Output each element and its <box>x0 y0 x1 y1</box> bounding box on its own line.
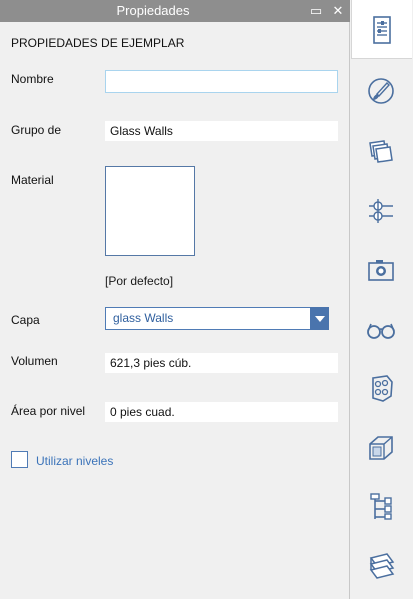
capa-select[interactable]: glass Walls <box>105 307 329 330</box>
material-swatch[interactable] <box>105 166 195 256</box>
camera-icon <box>368 260 394 281</box>
toolbar-view-button[interactable] <box>351 299 411 357</box>
nombre-input[interactable] <box>105 70 338 93</box>
grupo-label: Grupo de <box>11 123 62 137</box>
toolbar-layers-button[interactable] <box>351 121 411 179</box>
nombre-label: Nombre <box>11 72 54 86</box>
toolbar-parameters-button[interactable] <box>351 181 411 239</box>
restore-button[interactable]: ▭ <box>307 0 325 22</box>
capa-label: Capa <box>11 313 40 327</box>
panel-titlebar[interactable]: Propiedades ▭ ✕ <box>0 0 350 22</box>
sliders-icon <box>369 199 393 223</box>
close-button[interactable]: ✕ <box>329 0 347 22</box>
toolbar-solids-button[interactable] <box>351 418 411 476</box>
film-reel-icon <box>372 375 393 402</box>
glasses-icon <box>367 323 395 339</box>
volumen-label: Volumen <box>11 354 58 368</box>
hierarchy-icon <box>370 493 392 520</box>
toolbar-camera-button[interactable] <box>351 240 411 298</box>
toolbar-materials-button[interactable] <box>351 61 411 119</box>
grupo-value: Glass Walls <box>105 121 338 141</box>
panel-title: Propiedades <box>116 3 190 18</box>
toolbar-styles-button[interactable] <box>351 536 411 594</box>
toolbar-properties-button[interactable] <box>351 0 412 59</box>
area-label: Área por nivel <box>11 404 86 418</box>
toolbar-outliner-button[interactable] <box>351 477 411 535</box>
properties-icon <box>373 16 391 44</box>
toolbar-animation-button[interactable] <box>351 358 411 416</box>
volumen-value: 621,3 pies cúb. <box>105 353 338 373</box>
layers-icon <box>369 140 393 163</box>
area-value: 0 pies cuad. <box>105 402 338 422</box>
paint-brush-icon <box>368 78 394 104</box>
chevron-down-icon[interactable] <box>310 307 329 330</box>
utilizar-niveles-label[interactable]: Utilizar niveles <box>36 454 113 468</box>
material-label: Material <box>11 173 54 187</box>
side-toolbar <box>351 0 413 599</box>
stack-icon <box>369 553 395 579</box>
solid-box-icon <box>369 436 393 460</box>
material-default-text: [Por defecto] <box>105 274 174 288</box>
properties-panel: Propiedades ▭ ✕ PROPIEDADES DE EJEMPLAR … <box>0 0 350 599</box>
utilizar-niveles-checkbox[interactable] <box>11 451 28 468</box>
section-title: PROPIEDADES DE EJEMPLAR <box>11 36 185 50</box>
